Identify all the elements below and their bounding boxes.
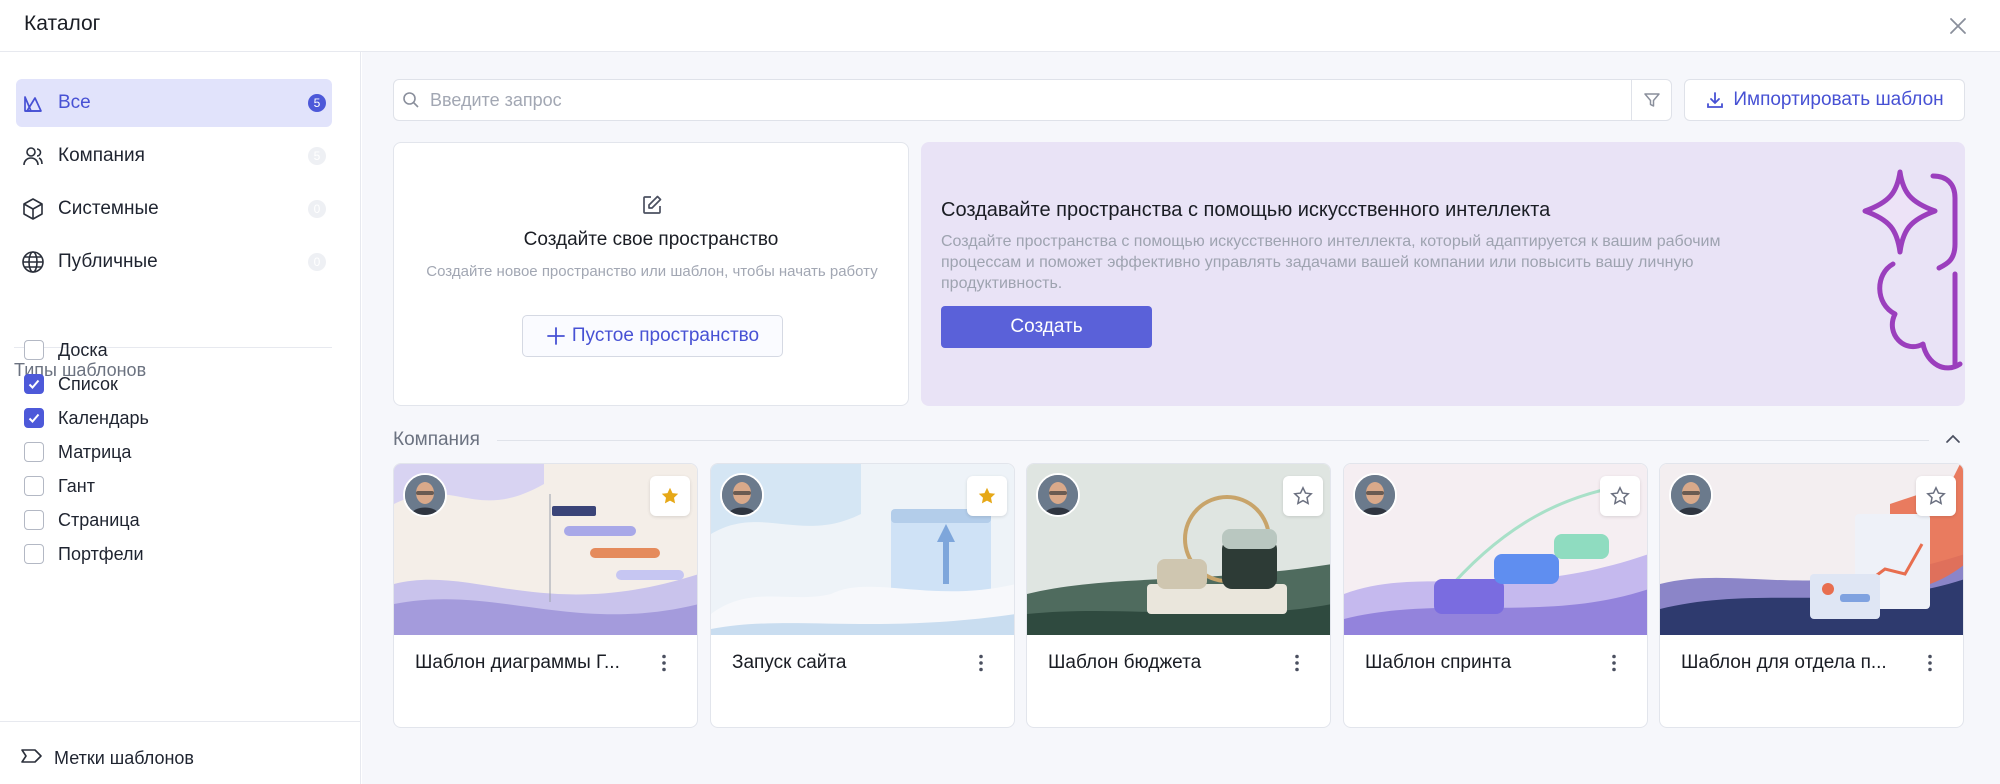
dialog-title: Каталог xyxy=(24,12,101,35)
template-title: Шаблон бюджета xyxy=(1048,652,1202,673)
sidebar-item-all[interactable]: Все 5 xyxy=(16,79,332,127)
count-badge: 5 xyxy=(308,147,326,165)
template-tags-link[interactable]: Метки шаблонов xyxy=(20,744,194,773)
search-bar[interactable] xyxy=(393,79,1632,121)
ai-sparkle-icon xyxy=(1862,169,1963,371)
template-card[interactable]: Шаблон диаграммы Г... xyxy=(393,463,698,728)
checkbox-label: Портфели xyxy=(58,543,144,564)
sidebar-item-label: Компания xyxy=(58,145,145,166)
checkbox-label: Список xyxy=(58,373,118,394)
users-icon xyxy=(20,143,46,169)
avatar xyxy=(1669,473,1713,517)
chevron-up-icon[interactable] xyxy=(1941,427,1965,451)
checkbox-label: Гант xyxy=(58,475,95,496)
checkbox-box[interactable] xyxy=(24,340,44,360)
checkbox-board[interactable]: Доска xyxy=(24,338,108,362)
more-vertical-icon[interactable] xyxy=(1285,650,1309,676)
section-divider xyxy=(497,440,1929,441)
checkbox-list[interactable]: Список xyxy=(24,372,118,396)
create-space-title: Создайте свое пространство xyxy=(523,229,779,250)
template-title: Шаблон диаграммы Г... xyxy=(415,652,620,673)
section-title: Компания xyxy=(393,429,480,450)
checkbox-gantt[interactable]: Гант xyxy=(24,474,95,498)
checkbox-calendar[interactable]: Календарь xyxy=(24,406,149,430)
edit-icon xyxy=(640,193,664,222)
favorite-star-icon[interactable] xyxy=(1283,476,1323,516)
more-vertical-icon[interactable] xyxy=(1918,650,1942,676)
checkmark-icon xyxy=(28,379,40,389)
template-title: Шаблон спринта xyxy=(1365,652,1512,673)
checkbox-matrix[interactable]: Матрица xyxy=(24,440,131,464)
sidebar-item-label: Все xyxy=(58,92,91,113)
avatar xyxy=(1353,473,1397,517)
ai-create-button[interactable]: Создать xyxy=(941,306,1152,348)
template-card[interactable]: Запуск сайта xyxy=(710,463,1015,728)
filter-icon xyxy=(1643,93,1660,107)
count-badge: 0 xyxy=(308,200,326,218)
favorite-star-icon[interactable] xyxy=(1916,476,1956,516)
empty-space-button[interactable]: Пустое пространство xyxy=(522,315,783,357)
cube-icon xyxy=(20,196,46,222)
create-space-card: Создайте свое пространство Создайте ново… xyxy=(393,142,909,406)
sidebar-item-label: Системные xyxy=(58,198,159,219)
checkmark-icon xyxy=(28,413,40,423)
checkbox-label: Страница xyxy=(58,509,140,530)
sidebar-item-public[interactable]: Публичные 0 xyxy=(16,238,332,286)
count-badge: 5 xyxy=(308,94,326,112)
company-section-header: Компания xyxy=(393,427,1965,453)
plus-icon xyxy=(546,327,565,345)
search-icon xyxy=(402,91,420,109)
globe-icon xyxy=(20,249,46,275)
close-icon[interactable] xyxy=(1946,14,1970,38)
search-input[interactable] xyxy=(430,89,1580,111)
sidebar: Все 5 Компания 5 Системные 0 Публичные 0… xyxy=(0,52,361,784)
ai-banner: Создавайте пространства с помощью искусс… xyxy=(921,142,1965,406)
more-vertical-icon[interactable] xyxy=(969,650,993,676)
create-space-subtitle: Создайте новое пространство или шаблон, … xyxy=(426,263,878,280)
import-template-label: Импортировать шаблон xyxy=(1733,89,1944,110)
filter-button[interactable] xyxy=(1631,79,1672,121)
checkbox-box[interactable] xyxy=(24,408,44,428)
import-template-button[interactable]: Импортировать шаблон xyxy=(1684,79,1965,121)
checkbox-portfolios[interactable]: Портфели xyxy=(24,542,144,566)
templates-icon xyxy=(20,90,46,116)
avatar xyxy=(403,473,447,517)
dialog-header: Каталог xyxy=(0,0,2000,52)
more-vertical-icon[interactable] xyxy=(1602,650,1626,676)
favorite-star-icon[interactable] xyxy=(1600,476,1640,516)
checkbox-label: Матрица xyxy=(58,441,132,462)
checkbox-box[interactable] xyxy=(24,374,44,394)
checkbox-box[interactable] xyxy=(24,442,44,462)
avatar xyxy=(720,473,764,517)
ai-banner-title: Создавайте пространства с помощью искусс… xyxy=(941,199,1551,221)
template-card[interactable]: Шаблон для отдела п... xyxy=(1659,463,1964,728)
sidebar-item-company[interactable]: Компания 5 xyxy=(16,132,332,180)
checkbox-label: Календарь xyxy=(58,407,149,428)
template-tags-label: Метки шаблонов xyxy=(54,748,194,768)
download-icon xyxy=(1707,92,1724,108)
sidebar-item-system[interactable]: Системные 0 xyxy=(16,185,332,233)
sidebar-footer-divider xyxy=(0,721,360,722)
checkbox-box[interactable] xyxy=(24,544,44,564)
count-badge: 0 xyxy=(308,253,326,271)
checkbox-box[interactable] xyxy=(24,476,44,496)
checkbox-page[interactable]: Страница xyxy=(24,508,140,532)
template-title: Запуск сайта xyxy=(732,652,847,673)
sidebar-item-label: Публичные xyxy=(58,251,158,272)
template-title: Шаблон для отдела п... xyxy=(1681,652,1887,673)
avatar xyxy=(1036,473,1080,517)
tag-icon xyxy=(20,744,44,773)
favorite-star-icon[interactable] xyxy=(967,476,1007,516)
checkbox-label: Доска xyxy=(58,339,108,360)
checkbox-box[interactable] xyxy=(24,510,44,530)
favorite-star-icon[interactable] xyxy=(650,476,690,516)
template-card[interactable]: Шаблон спринта xyxy=(1343,463,1648,728)
more-vertical-icon[interactable] xyxy=(652,650,676,676)
template-card[interactable]: Шаблон бюджета xyxy=(1026,463,1331,728)
ai-banner-subtitle: Создайте пространства с помощью искусств… xyxy=(941,233,1721,292)
empty-space-label: Пустое пространство xyxy=(571,325,760,346)
